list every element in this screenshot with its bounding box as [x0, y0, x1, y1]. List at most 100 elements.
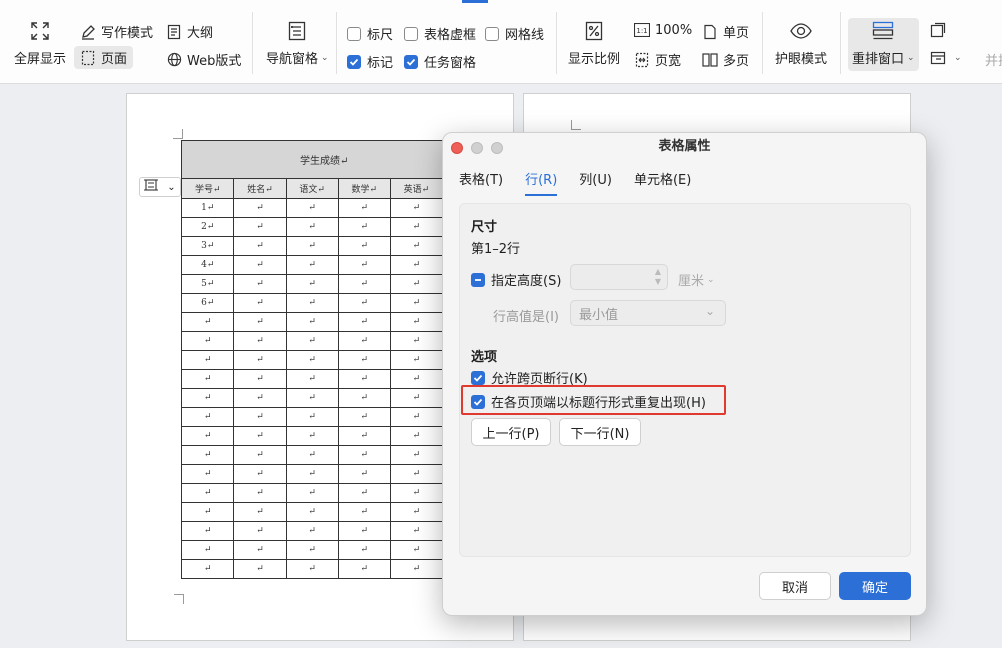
table-cell[interactable]: ↵: [285, 426, 339, 446]
table-cell[interactable]: ↵: [337, 464, 391, 484]
table-cell[interactable]: ↵: [337, 217, 391, 237]
table-cell[interactable]: ↵: [337, 369, 391, 389]
table-cell[interactable]: ↵: [285, 293, 339, 313]
table-cell[interactable]: ↵: [389, 407, 443, 427]
table-cell[interactable]: 2↵: [181, 217, 235, 237]
table-cell[interactable]: ↵: [389, 521, 443, 541]
table-cell[interactable]: ↵: [233, 388, 287, 408]
table-cell[interactable]: ↵: [181, 445, 235, 465]
table-cell[interactable]: ↵: [233, 198, 287, 218]
table-cell[interactable]: ↵: [389, 331, 443, 351]
table-cell[interactable]: ↵: [285, 312, 339, 332]
table-cell[interactable]: ↵: [233, 464, 287, 484]
table-cell[interactable]: ↵: [389, 540, 443, 560]
table-cell[interactable]: ↵: [285, 464, 339, 484]
table-cell[interactable]: ↵: [285, 217, 339, 237]
table-select-icon[interactable]: [144, 178, 159, 196]
table-cell[interactable]: ↵: [337, 540, 391, 560]
table-cell[interactable]: ↵: [181, 369, 235, 389]
table-cell[interactable]: ↵: [285, 483, 339, 503]
table-cell[interactable]: ↵: [233, 426, 287, 446]
table-cell[interactable]: ↵: [233, 559, 287, 579]
table-cell[interactable]: ↵: [181, 559, 235, 579]
mark-checkbox[interactable]: 标记: [347, 52, 393, 71]
tab-cell[interactable]: 单元格(E): [634, 169, 691, 196]
table-cell[interactable]: ↵: [337, 407, 391, 427]
table-cell[interactable]: ↵: [337, 255, 391, 275]
table-gridlines-checkbox[interactable]: 表格虚框: [404, 24, 476, 43]
table-cell[interactable]: ↵: [337, 274, 391, 294]
table-cell[interactable]: ↵: [181, 350, 235, 370]
table-header-cell[interactable]: 数学↵: [337, 178, 391, 199]
table-cell[interactable]: ↵: [181, 540, 235, 560]
table-cell[interactable]: ↵: [181, 407, 235, 427]
split-window-button[interactable]: ⌄: [930, 50, 962, 66]
table-cell[interactable]: ↵: [233, 274, 287, 294]
table-cell[interactable]: ↵: [337, 350, 391, 370]
table-cell[interactable]: ↵: [285, 369, 339, 389]
page-view-button[interactable]: 页面: [74, 46, 134, 69]
chevron-down-icon[interactable]: ⌄: [167, 182, 175, 193]
table-cell[interactable]: ↵: [337, 198, 391, 218]
table-cell[interactable]: ↵: [285, 350, 339, 370]
table-cell[interactable]: ↵: [389, 217, 443, 237]
table-header-cell[interactable]: 姓名↵: [233, 178, 287, 199]
table-cell[interactable]: ↵: [233, 407, 287, 427]
table-cell[interactable]: ↵: [389, 312, 443, 332]
ok-button[interactable]: 确定: [839, 572, 911, 600]
specify-height-checkbox[interactable]: 指定高度(S): [471, 270, 561, 289]
table-cell[interactable]: ↵: [389, 293, 443, 313]
single-page-button[interactable]: 单页: [702, 22, 749, 41]
table-cell[interactable]: ↵: [233, 255, 287, 275]
multi-page-button[interactable]: 多页: [702, 50, 749, 69]
table-cell[interactable]: ↵: [233, 521, 287, 541]
table-cell[interactable]: ↵: [181, 331, 235, 351]
table-cell[interactable]: ↵: [337, 521, 391, 541]
table-cell[interactable]: ↵: [285, 388, 339, 408]
next-row-button[interactable]: 下一行(N): [559, 418, 641, 446]
side-by-side-button[interactable]: 并排: [985, 50, 1002, 69]
table-cell[interactable]: ↵: [233, 331, 287, 351]
table-cell[interactable]: ↵: [389, 198, 443, 218]
table-cell[interactable]: ↵: [337, 331, 391, 351]
table-cell[interactable]: ↵: [389, 274, 443, 294]
table-cell[interactable]: ↵: [337, 445, 391, 465]
tab-table[interactable]: 表格(T): [459, 169, 503, 196]
table-header-cell[interactable]: 英语↵: [389, 178, 443, 199]
page-width-button[interactable]: 页宽: [634, 50, 681, 69]
table-cell[interactable]: ↵: [285, 502, 339, 522]
table-cell[interactable]: ↵: [181, 388, 235, 408]
web-layout-button[interactable]: Web版式: [166, 50, 241, 69]
height-unit-select[interactable]: 厘米 ⌄: [678, 270, 715, 289]
table-header-cell[interactable]: 学号↵: [181, 178, 235, 199]
new-window-button[interactable]: [930, 22, 951, 38]
table-cell[interactable]: 4↵: [181, 255, 235, 275]
table-cell[interactable]: ↵: [285, 198, 339, 218]
fullscreen-button[interactable]: 全屏显示: [14, 20, 66, 67]
table-cell[interactable]: ↵: [181, 426, 235, 446]
cancel-button[interactable]: 取消: [759, 572, 831, 600]
eye-care-button[interactable]: 护眼模式: [775, 20, 827, 67]
table-cell[interactable]: ↵: [389, 502, 443, 522]
table-cell[interactable]: 3↵: [181, 236, 235, 256]
table-cell[interactable]: 5↵: [181, 274, 235, 294]
table-cell[interactable]: ↵: [285, 331, 339, 351]
table-cell[interactable]: ↵: [389, 369, 443, 389]
table-cell[interactable]: ↵: [285, 445, 339, 465]
table-cell[interactable]: 1↵: [181, 198, 235, 218]
table-cell[interactable]: ↵: [233, 236, 287, 256]
table-cell[interactable]: ↵: [181, 312, 235, 332]
table-cell[interactable]: ↵: [285, 521, 339, 541]
ruler-checkbox[interactable]: 标尺: [347, 24, 393, 43]
table-cell[interactable]: ↵: [233, 445, 287, 465]
table-cell[interactable]: ↵: [181, 502, 235, 522]
row-height-mode-select[interactable]: 最小值 ⌄: [570, 300, 726, 326]
table-header-cell[interactable]: 语文↵: [285, 178, 339, 199]
table-cell[interactable]: ↵: [285, 236, 339, 256]
table-cell[interactable]: 6↵: [181, 293, 235, 313]
table-cell[interactable]: ↵: [337, 236, 391, 256]
writing-mode-button[interactable]: 写作模式: [80, 22, 153, 41]
table-cell[interactable]: ↵: [389, 464, 443, 484]
zoom-100-button[interactable]: 1:1 100%: [634, 22, 692, 38]
table-cell[interactable]: ↵: [233, 293, 287, 313]
